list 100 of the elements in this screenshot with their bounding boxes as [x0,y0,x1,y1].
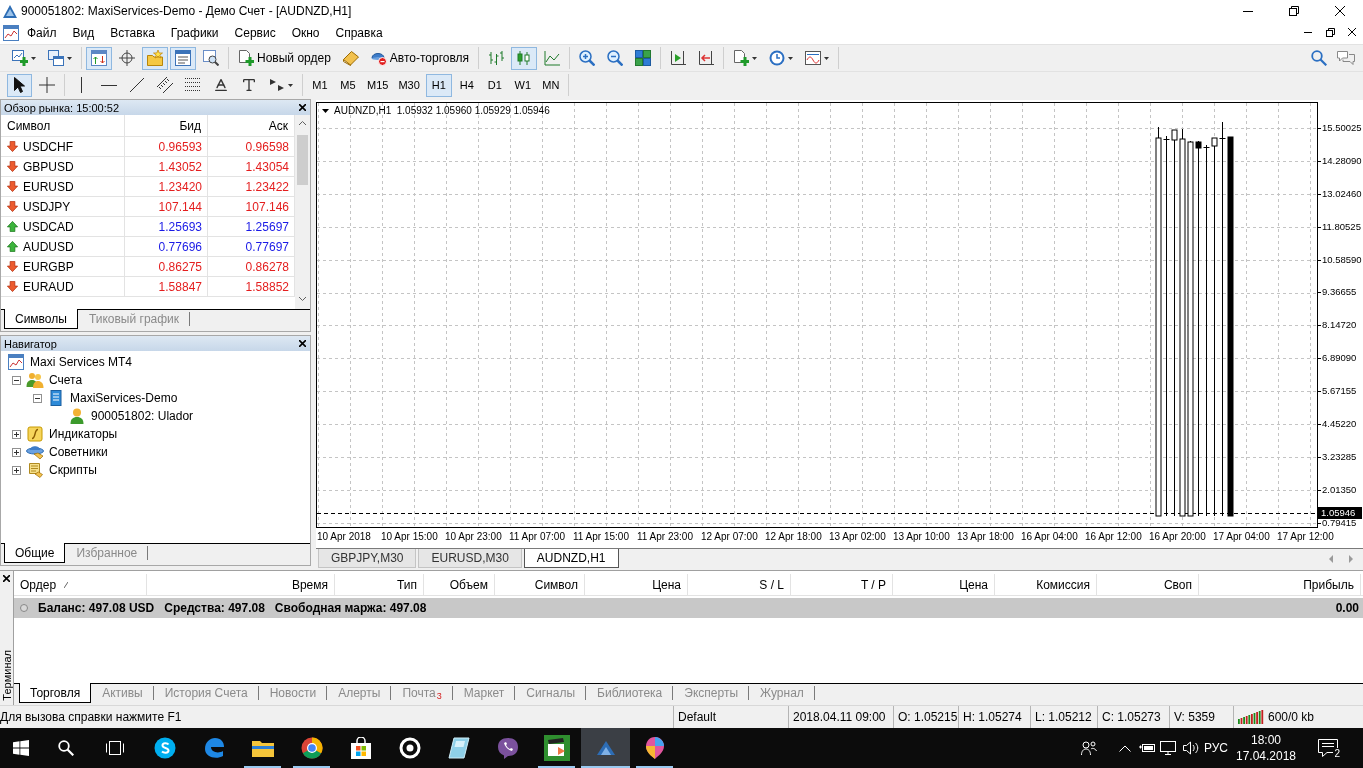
scroll-right-icon [1349,555,1353,563]
phone-bubble-icon [496,737,519,759]
close-button[interactable] [299,104,306,111]
price-label: 3.23285 [1318,450,1363,463]
tree-item[interactable]: Скрипты [49,463,97,477]
close-button[interactable] [3,575,10,582]
tree-item[interactable]: Счета [49,373,83,387]
taskbar-app-button[interactable] [581,728,630,768]
glass-tile-icon [447,737,470,759]
column-header: Символ [1,115,125,137]
symbol-name[interactable]: GBPUSD [23,159,74,174]
terminal-button[interactable] [170,46,196,70]
notifications-icon [1318,739,1338,757]
text-icon [213,77,229,93]
tree-item[interactable]: 900051802: Ulador [91,409,194,423]
signal-bars-icon [1238,710,1264,724]
symbol-name[interactable]: EURAUD [23,279,74,294]
symbol-name[interactable]: USDCHF [23,139,73,154]
clapper-icon [543,735,570,761]
close-icon [1348,28,1356,36]
zoom-out-icon [607,50,624,66]
tile-windows-icon [635,50,652,66]
document-plus-icon [238,50,254,66]
symbol-name[interactable]: AUDUSD [23,239,74,254]
bid-price: 1.58847 [125,277,208,297]
line-chart-icon [544,50,561,66]
menu-item[interactable]: Справка [327,23,391,43]
restore-icon [1325,27,1335,37]
menu-item[interactable]: Вид [64,23,103,43]
minimize-icon [1304,31,1312,33]
time-label: 13 Apr 18:00 [957,530,1015,544]
cap-icon [26,444,44,460]
tab[interactable]: Общие [4,543,66,563]
period-button[interactable]: H1 [425,73,452,97]
search-icon [58,740,74,756]
period-button[interactable]: W1 [509,73,536,97]
tree-item[interactable]: Индикаторы [49,427,118,441]
menu-item[interactable]: Графики [162,23,227,43]
network-icon [1160,741,1176,755]
menu-item[interactable]: Файл [19,23,65,43]
price-label: 6.89090 [1318,352,1363,365]
volume-icon [1183,741,1199,755]
candlestick-button[interactable] [511,46,538,70]
menu-item[interactable]: Окно [283,23,328,43]
period-button[interactable]: H4 [453,73,480,97]
time-label: 12 Apr 18:00 [765,530,823,544]
cap-stop-icon [370,50,387,66]
tree-item[interactable]: MaxiServices-Demo [70,391,178,405]
time-label: 17 Apr 12:00 [1277,530,1335,544]
symbol-name[interactable]: USDJPY [23,199,71,214]
list-window-icon [175,50,191,66]
status-low: L: 1.05212 [1035,710,1092,724]
status-hint: Для вызова справки нажмите F1 [0,710,182,724]
period-button[interactable]: D1 [481,73,508,97]
caret-icon [752,56,758,60]
new-order-button[interactable]: Новый ордер [233,46,336,70]
people-icon [26,372,44,388]
restore-icon [1289,6,1299,16]
sort-icon [64,581,69,588]
period-button[interactable]: M30 [394,73,424,97]
chart-tab[interactable]: AUDNZD,H1 [523,549,619,568]
tab[interactable]: Торговля [19,683,92,703]
chart-tab[interactable]: EURUSD,M30 [418,549,522,568]
server-icon [50,390,62,406]
notifications-button[interactable]: 2 [1303,728,1353,768]
period-button[interactable]: MN [537,73,564,97]
panel-title: Обзор рынка: 15:00:52 [4,101,120,114]
chart-window-icon [8,354,24,370]
chat-button[interactable] [1337,50,1355,66]
bid-price: 0.96593 [125,137,208,157]
time-label: 11 Apr 07:00 [509,530,566,544]
period-button[interactable]: M15 [363,73,393,97]
cursor-button[interactable] [7,73,32,97]
market-watch-button[interactable] [86,46,112,70]
clock-button[interactable]: 18:00 17.04.2018 [1229,728,1303,768]
menu-item[interactable]: Сервис [226,23,284,43]
chart-tab[interactable]: GBPJPY,M30 [318,549,417,568]
time-label: 16 Apr 12:00 [1085,530,1143,544]
symbol-name[interactable]: EURGBP [23,259,74,274]
status-close: C: 1.05273 [1102,710,1161,724]
chevron-up-icon [1119,744,1131,752]
auto-trading-button[interactable]: Авто-торговля [365,46,475,70]
language-button[interactable]: РУС [1203,728,1229,768]
clock-icon [769,50,786,66]
tab[interactable]: Символы [4,309,78,329]
menu-item[interactable]: Вставка [102,23,163,43]
symbol-name[interactable]: EURUSD [23,179,74,194]
period-button[interactable]: M5 [335,73,361,97]
arrows-icon [269,77,285,93]
equity-text: Средства: 497.08 [164,601,265,615]
tree-item[interactable]: Советники [49,445,108,459]
shopping-bag-icon [349,737,372,759]
close-button[interactable] [299,340,306,347]
scroll-left-icon [1329,555,1333,563]
close-icon [1335,6,1345,16]
period-button[interactable]: M1 [307,73,333,97]
time-label: 13 Apr 02:00 [829,530,887,544]
function-icon [27,426,43,442]
symbol-name[interactable]: USDCAD [23,219,74,234]
tree-item[interactable]: Maxi Services MT4 [30,355,133,369]
